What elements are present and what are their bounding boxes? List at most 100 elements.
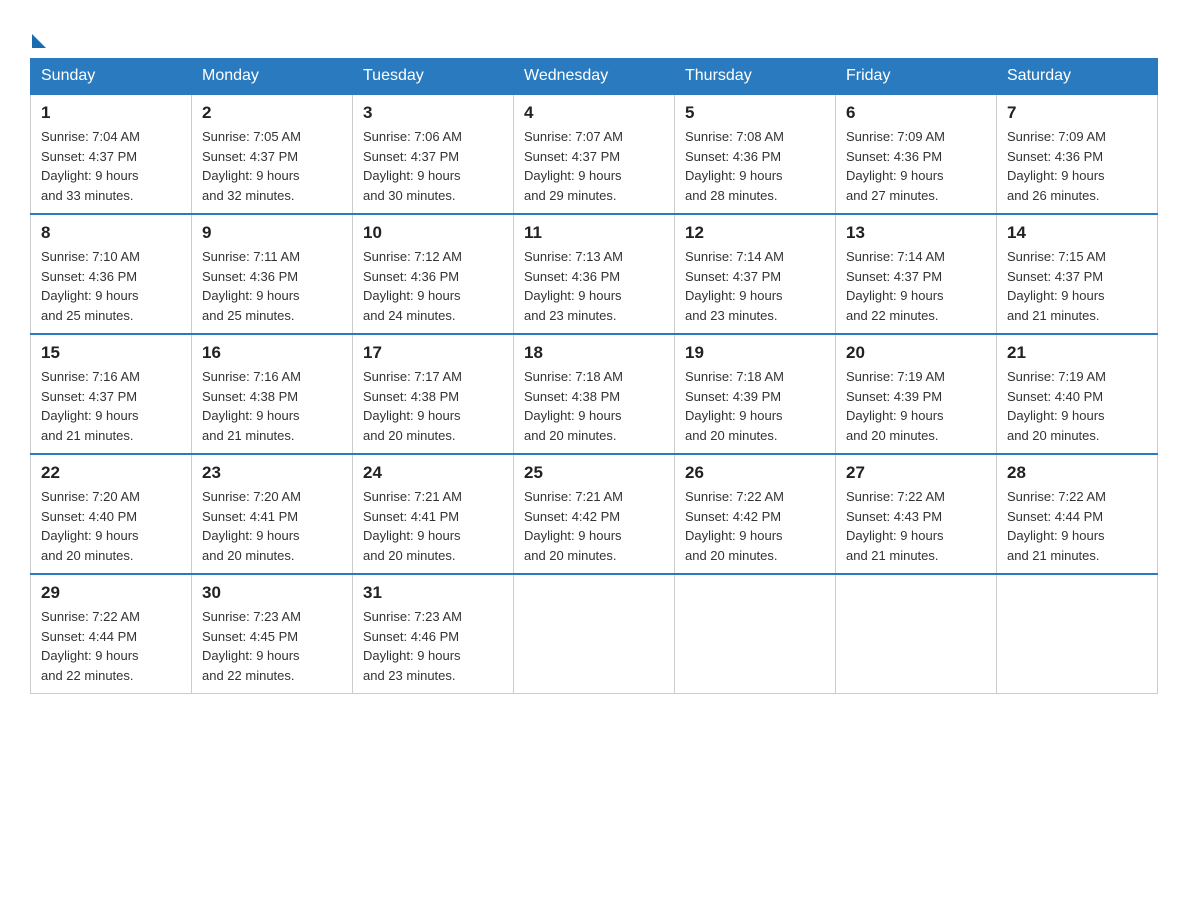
- day-number: 19: [685, 343, 825, 363]
- day-number: 11: [524, 223, 664, 243]
- calendar-week-row: 1 Sunrise: 7:04 AMSunset: 4:37 PMDaylight…: [31, 94, 1158, 214]
- calendar-cell: 12 Sunrise: 7:14 AMSunset: 4:37 PMDayligh…: [675, 214, 836, 334]
- calendar-cell: 17 Sunrise: 7:17 AMSunset: 4:38 PMDayligh…: [353, 334, 514, 454]
- calendar-cell: 11 Sunrise: 7:13 AMSunset: 4:36 PMDayligh…: [514, 214, 675, 334]
- calendar-cell: 14Sunrise: 7:15 AMSunset: 4:37 PMDayligh…: [997, 214, 1158, 334]
- day-info: Sunrise: 7:22 AMSunset: 4:44 PMDaylight:…: [1007, 487, 1147, 565]
- calendar-cell: 26Sunrise: 7:22 AMSunset: 4:42 PMDayligh…: [675, 454, 836, 574]
- day-info: Sunrise: 7:11 AMSunset: 4:36 PMDaylight:…: [202, 247, 342, 325]
- calendar-cell: 24 Sunrise: 7:21 AMSunset: 4:41 PMDayligh…: [353, 454, 514, 574]
- calendar-cell: 9 Sunrise: 7:11 AMSunset: 4:36 PMDaylight…: [192, 214, 353, 334]
- logo: [30, 30, 48, 48]
- day-number: 18: [524, 343, 664, 363]
- calendar-cell: 3 Sunrise: 7:06 AMSunset: 4:37 PMDaylight…: [353, 94, 514, 214]
- day-info: Sunrise: 7:08 AMSunset: 4:36 PMDaylight:…: [685, 127, 825, 205]
- day-number: 5: [685, 103, 825, 123]
- day-info: Sunrise: 7:21 AMSunset: 4:42 PMDaylight:…: [524, 487, 664, 565]
- calendar-table: SundayMondayTuesdayWednesdayThursdayFrid…: [30, 58, 1158, 694]
- day-number: 24: [363, 463, 503, 483]
- day-info: Sunrise: 7:21 AMSunset: 4:41 PMDaylight:…: [363, 487, 503, 565]
- day-info: Sunrise: 7:19 AMSunset: 4:39 PMDaylight:…: [846, 367, 986, 445]
- day-number: 12: [685, 223, 825, 243]
- day-number: 9: [202, 223, 342, 243]
- day-number: 20: [846, 343, 986, 363]
- day-info: Sunrise: 7:09 AMSunset: 4:36 PMDaylight:…: [846, 127, 986, 205]
- day-number: 17: [363, 343, 503, 363]
- day-info: Sunrise: 7:20 AMSunset: 4:40 PMDaylight:…: [41, 487, 181, 565]
- day-info: Sunrise: 7:16 AMSunset: 4:38 PMDaylight:…: [202, 367, 342, 445]
- day-number: 23: [202, 463, 342, 483]
- calendar-cell: [675, 574, 836, 694]
- weekday-header-saturday: Saturday: [997, 59, 1158, 95]
- calendar-week-row: 22 Sunrise: 7:20 AMSunset: 4:40 PMDayligh…: [31, 454, 1158, 574]
- calendar-cell: [997, 574, 1158, 694]
- page-header: [30, 20, 1158, 48]
- day-info: Sunrise: 7:04 AMSunset: 4:37 PMDaylight:…: [41, 127, 181, 205]
- calendar-cell: 20 Sunrise: 7:19 AMSunset: 4:39 PMDayligh…: [836, 334, 997, 454]
- day-number: 29: [41, 583, 181, 603]
- day-info: Sunrise: 7:18 AMSunset: 4:38 PMDaylight:…: [524, 367, 664, 445]
- day-number: 16: [202, 343, 342, 363]
- day-number: 3: [363, 103, 503, 123]
- calendar-cell: 1 Sunrise: 7:04 AMSunset: 4:37 PMDaylight…: [31, 94, 192, 214]
- day-number: 25: [524, 463, 664, 483]
- calendar-cell: 10 Sunrise: 7:12 AMSunset: 4:36 PMDayligh…: [353, 214, 514, 334]
- day-number: 21: [1007, 343, 1147, 363]
- calendar-week-row: 15Sunrise: 7:16 AMSunset: 4:37 PMDayligh…: [31, 334, 1158, 454]
- calendar-cell: 13Sunrise: 7:14 AMSunset: 4:37 PMDayligh…: [836, 214, 997, 334]
- day-number: 14: [1007, 223, 1147, 243]
- calendar-cell: 7 Sunrise: 7:09 AMSunset: 4:36 PMDaylight…: [997, 94, 1158, 214]
- calendar-cell: 2 Sunrise: 7:05 AMSunset: 4:37 PMDaylight…: [192, 94, 353, 214]
- calendar-cell: [836, 574, 997, 694]
- calendar-cell: 25 Sunrise: 7:21 AMSunset: 4:42 PMDayligh…: [514, 454, 675, 574]
- day-number: 4: [524, 103, 664, 123]
- calendar-cell: 27 Sunrise: 7:22 AMSunset: 4:43 PMDayligh…: [836, 454, 997, 574]
- day-info: Sunrise: 7:07 AMSunset: 4:37 PMDaylight:…: [524, 127, 664, 205]
- calendar-cell: [514, 574, 675, 694]
- day-number: 8: [41, 223, 181, 243]
- day-info: Sunrise: 7:22 AMSunset: 4:44 PMDaylight:…: [41, 607, 181, 685]
- weekday-header-wednesday: Wednesday: [514, 59, 675, 95]
- calendar-cell: 29 Sunrise: 7:22 AMSunset: 4:44 PMDayligh…: [31, 574, 192, 694]
- day-number: 28: [1007, 463, 1147, 483]
- day-info: Sunrise: 7:19 AMSunset: 4:40 PMDaylight:…: [1007, 367, 1147, 445]
- calendar-cell: 16 Sunrise: 7:16 AMSunset: 4:38 PMDayligh…: [192, 334, 353, 454]
- calendar-cell: 5 Sunrise: 7:08 AMSunset: 4:36 PMDaylight…: [675, 94, 836, 214]
- day-number: 22: [41, 463, 181, 483]
- calendar-cell: 28 Sunrise: 7:22 AMSunset: 4:44 PMDayligh…: [997, 454, 1158, 574]
- calendar-cell: 31Sunrise: 7:23 AMSunset: 4:46 PMDayligh…: [353, 574, 514, 694]
- day-info: Sunrise: 7:06 AMSunset: 4:37 PMDaylight:…: [363, 127, 503, 205]
- weekday-header-thursday: Thursday: [675, 59, 836, 95]
- calendar-week-row: 8Sunrise: 7:10 AMSunset: 4:36 PMDaylight…: [31, 214, 1158, 334]
- day-number: 10: [363, 223, 503, 243]
- day-info: Sunrise: 7:09 AMSunset: 4:36 PMDaylight:…: [1007, 127, 1147, 205]
- day-info: Sunrise: 7:12 AMSunset: 4:36 PMDaylight:…: [363, 247, 503, 325]
- day-number: 7: [1007, 103, 1147, 123]
- calendar-week-row: 29 Sunrise: 7:22 AMSunset: 4:44 PMDayligh…: [31, 574, 1158, 694]
- calendar-header-row: SundayMondayTuesdayWednesdayThursdayFrid…: [31, 59, 1158, 95]
- day-number: 2: [202, 103, 342, 123]
- calendar-cell: 4 Sunrise: 7:07 AMSunset: 4:37 PMDaylight…: [514, 94, 675, 214]
- day-info: Sunrise: 7:22 AMSunset: 4:42 PMDaylight:…: [685, 487, 825, 565]
- weekday-header-friday: Friday: [836, 59, 997, 95]
- day-info: Sunrise: 7:18 AMSunset: 4:39 PMDaylight:…: [685, 367, 825, 445]
- calendar-cell: 30 Sunrise: 7:23 AMSunset: 4:45 PMDayligh…: [192, 574, 353, 694]
- calendar-cell: 23 Sunrise: 7:20 AMSunset: 4:41 PMDayligh…: [192, 454, 353, 574]
- day-number: 27: [846, 463, 986, 483]
- calendar-cell: 18 Sunrise: 7:18 AMSunset: 4:38 PMDayligh…: [514, 334, 675, 454]
- day-info: Sunrise: 7:13 AMSunset: 4:36 PMDaylight:…: [524, 247, 664, 325]
- weekday-header-tuesday: Tuesday: [353, 59, 514, 95]
- day-info: Sunrise: 7:17 AMSunset: 4:38 PMDaylight:…: [363, 367, 503, 445]
- day-info: Sunrise: 7:23 AMSunset: 4:45 PMDaylight:…: [202, 607, 342, 685]
- calendar-cell: 6Sunrise: 7:09 AMSunset: 4:36 PMDaylight…: [836, 94, 997, 214]
- day-number: 15: [41, 343, 181, 363]
- day-info: Sunrise: 7:14 AMSunset: 4:37 PMDaylight:…: [685, 247, 825, 325]
- day-number: 31: [363, 583, 503, 603]
- day-info: Sunrise: 7:05 AMSunset: 4:37 PMDaylight:…: [202, 127, 342, 205]
- day-info: Sunrise: 7:22 AMSunset: 4:43 PMDaylight:…: [846, 487, 986, 565]
- day-info: Sunrise: 7:20 AMSunset: 4:41 PMDaylight:…: [202, 487, 342, 565]
- calendar-cell: 15Sunrise: 7:16 AMSunset: 4:37 PMDayligh…: [31, 334, 192, 454]
- day-number: 1: [41, 103, 181, 123]
- weekday-header-sunday: Sunday: [31, 59, 192, 95]
- day-number: 30: [202, 583, 342, 603]
